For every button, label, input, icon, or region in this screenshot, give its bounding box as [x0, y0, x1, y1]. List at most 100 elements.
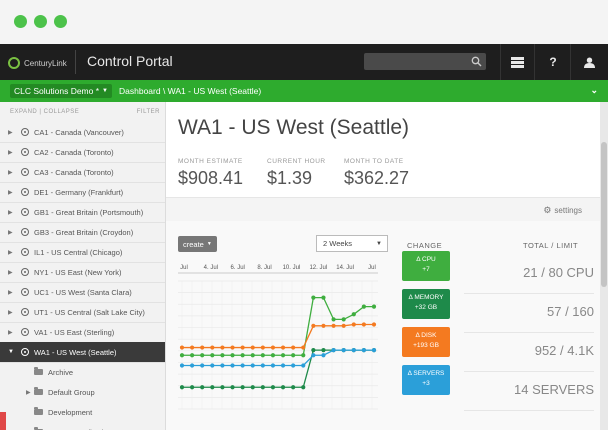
sidebar-item-datacenter[interactable]: ▶ UT1 - US Central (Salt Lake City): [0, 302, 165, 322]
data-point[interactable]: [179, 353, 185, 358]
expand-right-icon[interactable]: ▶: [8, 129, 16, 136]
data-point[interactable]: [331, 317, 336, 322]
data-point[interactable]: [291, 363, 296, 368]
expand-down-icon[interactable]: ▼: [8, 349, 16, 355]
data-point[interactable]: [220, 385, 225, 390]
data-point[interactable]: [371, 322, 377, 327]
centurylink-logo[interactable]: CenturyLink: [8, 56, 67, 70]
data-point[interactable]: [230, 345, 235, 350]
data-point[interactable]: [240, 385, 245, 390]
data-point[interactable]: [240, 363, 245, 368]
sidebar-item-datacenter[interactable]: ▶ DE1 - Germany (Frankfurt): [0, 182, 165, 202]
data-point[interactable]: [321, 348, 326, 353]
data-point[interactable]: [190, 345, 195, 350]
data-point[interactable]: [351, 322, 356, 327]
data-point[interactable]: [351, 312, 356, 317]
change-badge[interactable]: Δ CPU +7: [402, 251, 450, 281]
data-point[interactable]: [240, 345, 245, 350]
sidebar-item-datacenter[interactable]: ▶ GB3 - Great Britain (Croydon): [0, 222, 165, 242]
data-point[interactable]: [301, 353, 306, 358]
data-point[interactable]: [230, 385, 235, 390]
data-point[interactable]: [190, 385, 195, 390]
data-point[interactable]: [321, 295, 326, 300]
data-point[interactable]: [270, 345, 276, 350]
data-point[interactable]: [291, 353, 296, 358]
sidebar-item-datacenter[interactable]: ▶ UC1 - US West (Santa Clara): [0, 282, 165, 302]
data-point[interactable]: [311, 348, 316, 353]
data-point[interactable]: [280, 385, 286, 390]
data-point[interactable]: [331, 348, 336, 353]
data-point[interactable]: [341, 323, 346, 328]
data-point[interactable]: [230, 353, 235, 358]
data-point[interactable]: [301, 385, 306, 390]
change-badge[interactable]: Δ DISK +193 GB: [402, 327, 450, 357]
scrollbar-thumb[interactable]: [601, 142, 607, 287]
data-point[interactable]: [280, 353, 286, 358]
window-close-dot[interactable]: [14, 15, 27, 28]
search-icon[interactable]: [471, 56, 482, 67]
expand-collapse-toggle[interactable]: EXPAND | COLLAPSE: [10, 109, 79, 115]
data-point[interactable]: [179, 385, 185, 390]
data-point[interactable]: [311, 353, 316, 358]
data-point[interactable]: [270, 363, 276, 368]
sidebar-item-group[interactable]: Development: [0, 402, 165, 422]
data-point[interactable]: [210, 363, 215, 368]
data-point[interactable]: [331, 323, 336, 328]
data-point[interactable]: [321, 323, 326, 328]
expand-right-icon[interactable]: ▶: [8, 329, 16, 336]
expand-right-icon[interactable]: ▶: [8, 209, 16, 216]
settings-button[interactable]: ⚙ settings: [543, 205, 582, 216]
data-point[interactable]: [311, 295, 316, 300]
data-point[interactable]: [220, 363, 225, 368]
sidebar-item-datacenter[interactable]: ▶ GB1 - Great Britain (Portsmouth): [0, 202, 165, 222]
search-input[interactable]: [364, 53, 486, 70]
data-point[interactable]: [190, 353, 195, 358]
data-point[interactable]: [230, 363, 235, 368]
data-point[interactable]: [280, 345, 286, 350]
data-point[interactable]: [179, 363, 185, 368]
data-point[interactable]: [321, 353, 326, 358]
data-point[interactable]: [200, 363, 205, 368]
data-point[interactable]: [240, 353, 245, 358]
data-point[interactable]: [341, 348, 346, 353]
data-point[interactable]: [250, 353, 255, 358]
data-point[interactable]: [260, 353, 265, 358]
account-select[interactable]: CLC Solutions Demo * ▼: [10, 84, 112, 98]
data-point[interactable]: [260, 385, 265, 390]
data-point[interactable]: [301, 345, 306, 350]
data-point[interactable]: [361, 304, 366, 309]
expand-right-icon[interactable]: ▶: [8, 169, 16, 176]
data-point[interactable]: [250, 363, 255, 368]
expand-right-icon[interactable]: ▶: [26, 389, 34, 396]
data-point[interactable]: [361, 322, 366, 327]
data-point[interactable]: [351, 348, 356, 353]
window-maximize-dot[interactable]: [54, 15, 67, 28]
data-point[interactable]: [291, 385, 296, 390]
data-point[interactable]: [311, 323, 316, 328]
sidebar-item-datacenter[interactable]: ▶ VA1 - US East (Sterling): [0, 322, 165, 342]
sidebar-item-datacenter[interactable]: ▶ CA3 - Canada (Toronto): [0, 162, 165, 182]
data-point[interactable]: [270, 353, 276, 358]
sidebar-item-datacenter[interactable]: ▶ CA1 - Canada (Vancouver): [0, 122, 165, 142]
data-point[interactable]: [260, 345, 265, 350]
expand-right-icon[interactable]: ▶: [8, 309, 16, 316]
user-menu-button[interactable]: [578, 50, 600, 74]
sidebar-item-group[interactable]: Archive: [0, 362, 165, 382]
expand-right-icon[interactable]: ▶: [8, 249, 16, 256]
sidebar-item-datacenter[interactable]: ▶ IL1 - US Central (Chicago): [0, 242, 165, 262]
data-point[interactable]: [210, 385, 215, 390]
expand-right-icon[interactable]: ▶: [8, 269, 16, 276]
expand-right-icon[interactable]: ▶: [8, 189, 16, 196]
data-point[interactable]: [250, 345, 255, 350]
expand-right-icon[interactable]: ▶: [8, 289, 16, 296]
data-point[interactable]: [179, 345, 185, 350]
data-point[interactable]: [210, 353, 215, 358]
chevron-down-icon[interactable]: ⌄: [590, 85, 598, 96]
data-point[interactable]: [210, 345, 215, 350]
data-point[interactable]: [371, 304, 377, 309]
data-point[interactable]: [200, 353, 205, 358]
data-point[interactable]: [361, 348, 366, 353]
expand-right-icon[interactable]: ▶: [8, 149, 16, 156]
window-minimize-dot[interactable]: [34, 15, 47, 28]
data-point[interactable]: [270, 385, 276, 390]
